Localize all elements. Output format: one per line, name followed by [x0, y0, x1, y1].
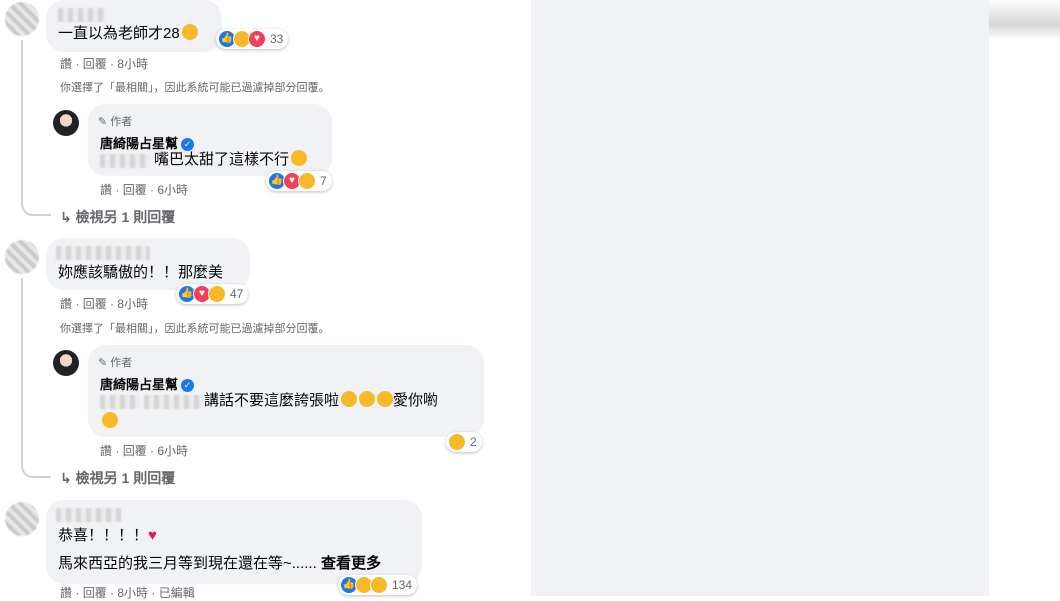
commenter-name-blurred[interactable]: [56, 508, 122, 522]
rofl-emoji-icon: [341, 391, 358, 407]
view-more-label: 檢視另 1 則回覆: [75, 209, 176, 225]
thread-line: [21, 40, 23, 202]
comment-text: 恭喜！！！！♥: [58, 526, 157, 546]
avatar[interactable]: [5, 2, 39, 36]
thread-curve: [21, 440, 51, 478]
mentioned-name-blurred[interactable]: [144, 395, 204, 409]
love-reaction-icon: ♥: [248, 30, 266, 48]
thread-curve: [21, 180, 51, 216]
author-reply-text: 講話不要這麼誇張啦 愛你喲: [204, 391, 438, 411]
reply-arrow-icon: ↳: [60, 470, 72, 486]
author-name[interactable]: 唐綺陽占星幫 ✓: [100, 374, 195, 393]
top-right-gradient: [989, 0, 1060, 40]
red-heart-emoji-icon: ♥: [148, 527, 157, 544]
reaction-count: 134: [392, 578, 413, 592]
far-right-area: [989, 0, 1060, 596]
comment-bubble: 一直以為老師才28: [46, 0, 222, 52]
view-more-label: 檢視另 1 則回覆: [75, 470, 176, 486]
pencil-icon: ✎: [98, 357, 108, 369]
avatar[interactable]: [5, 502, 39, 536]
comment-actions: 讚 · 回覆 · 8小時 · 已編輯: [60, 586, 195, 600]
reaction-count: 47: [230, 287, 244, 301]
reply-arrow-icon: ↳: [60, 209, 72, 225]
author-reply-text-content: 講話不要這麼誇張啦: [204, 392, 340, 409]
timestamp[interactable]: 8小時: [117, 586, 148, 600]
right-empty-panel: [531, 0, 989, 596]
author-tag: ✎ 作者: [98, 354, 132, 370]
author-reply-bubble: ✎ 作者 唐綺陽占星幫 ✓ 講話不要這麼誇張啦 愛你喲: [88, 345, 484, 437]
reaction-summary[interactable]: 2: [446, 432, 482, 452]
filter-note: 你選擇了「最相關」，因此系統可能已過濾掉部分回覆。: [60, 323, 330, 335]
comment-text-truncated: 馬來西亞的我三月等到現在還在等~......: [58, 555, 317, 572]
smiling-hearts-emoji-icon: [102, 412, 118, 428]
timestamp[interactable]: 8小時: [117, 297, 148, 311]
like-action[interactable]: 讚: [60, 57, 72, 71]
mentioned-name-blurred[interactable]: [100, 154, 150, 168]
author-tag: ✎ 作者: [98, 113, 132, 129]
haha-reaction-icon: [298, 172, 316, 190]
author-name-text: 唐綺陽占星幫: [100, 136, 179, 151]
edited-label: 已編輯: [158, 586, 195, 600]
like-action[interactable]: 讚: [100, 183, 112, 197]
author-reply-love-text: 愛你喲: [393, 392, 439, 409]
reply-action[interactable]: 回覆: [123, 183, 147, 197]
like-action[interactable]: 讚: [100, 444, 112, 458]
see-more-link[interactable]: 查看更多: [321, 555, 381, 572]
comment-text: 一直以為老師才28: [58, 24, 198, 44]
filter-note: 你選擇了「最相關」，因此系統可能已過濾掉部分回覆。: [60, 82, 330, 94]
reaction-count: 33: [270, 32, 284, 46]
author-reply-text: 嘴巴太甜了這樣不行: [154, 150, 308, 170]
reply-action[interactable]: 回覆: [83, 57, 107, 71]
comment-text-line2: 馬來西亞的我三月等到現在還在等~...... 查看更多: [58, 554, 381, 574]
reaction-summary[interactable]: 👍 ♥ 47: [176, 284, 249, 304]
view-more-replies[interactable]: ↳ 檢視另 1 則回覆: [60, 207, 175, 227]
reaction-summary[interactable]: 👍 ♥ 33: [216, 29, 289, 49]
wow-reaction-icon: [370, 576, 388, 594]
pencil-icon: ✎: [98, 116, 108, 128]
author-tag-label: 作者: [110, 116, 133, 128]
thread-line: [21, 278, 23, 464]
commenter-name-blurred[interactable]: [58, 8, 106, 22]
comment-actions: 讚 · 回覆 · 8小時: [60, 57, 149, 71]
author-reply-text-line2: [100, 412, 118, 432]
like-action[interactable]: 讚: [60, 586, 72, 600]
author-avatar[interactable]: [53, 110, 79, 136]
author-reply-text-content: 嘴巴太甜了這樣不行: [154, 151, 290, 168]
comment-actions: 讚 · 回覆 · 8小時: [60, 297, 149, 311]
avatar[interactable]: [5, 240, 39, 274]
commenter-name-blurred[interactable]: [56, 246, 150, 260]
view-more-replies[interactable]: ↳ 檢視另 1 則回覆: [60, 468, 175, 488]
author-avatar[interactable]: [53, 350, 79, 376]
haha-reaction-icon: [448, 433, 466, 451]
author-tag-label: 作者: [110, 357, 133, 369]
timestamp[interactable]: 6小時: [157, 444, 188, 458]
reaction-count: 7: [320, 174, 327, 188]
comment-bubble: 妳應該驕傲的！！那麼美: [46, 238, 250, 290]
comment-text-content: 一直以為老師才28: [58, 25, 180, 42]
timestamp[interactable]: 8小時: [117, 57, 148, 71]
reaction-summary[interactable]: 👍 134: [338, 575, 418, 595]
rofl-emoji-icon: [359, 391, 376, 407]
mentioned-name-blurred[interactable]: [100, 395, 140, 409]
reaction-summary[interactable]: 👍 ♥ 7: [266, 171, 332, 191]
grinning-emoji-icon: [181, 24, 198, 40]
author-reply-bubble: ✎ 作者 唐綺陽占星幫 ✓ 嘴巴太甜了這樣不行: [88, 104, 332, 176]
like-action[interactable]: 讚: [60, 297, 72, 311]
reply-action[interactable]: 回覆: [83, 586, 107, 600]
comment-text-content: 恭喜！！！！: [58, 527, 149, 544]
timestamp[interactable]: 6小時: [157, 183, 188, 197]
reply-actions: 讚 · 回覆 · 6小時: [100, 444, 189, 458]
haha-reaction-icon: [208, 285, 226, 303]
comment-text: 妳應該驕傲的！！那麼美: [58, 264, 224, 281]
reply-actions: 讚 · 回覆 · 6小時: [100, 183, 189, 197]
reply-action[interactable]: 回覆: [83, 297, 107, 311]
reply-action[interactable]: 回覆: [123, 444, 147, 458]
rofl-emoji-icon: [291, 150, 308, 166]
verified-badge-icon: ✓: [181, 379, 195, 393]
reaction-count: 2: [470, 435, 477, 449]
author-name-text: 唐綺陽占星幫: [100, 377, 179, 392]
comment-bubble: 恭喜！！！！♥ 馬來西亞的我三月等到現在還在等~...... 查看更多: [46, 500, 422, 584]
rofl-emoji-icon: [377, 391, 394, 407]
